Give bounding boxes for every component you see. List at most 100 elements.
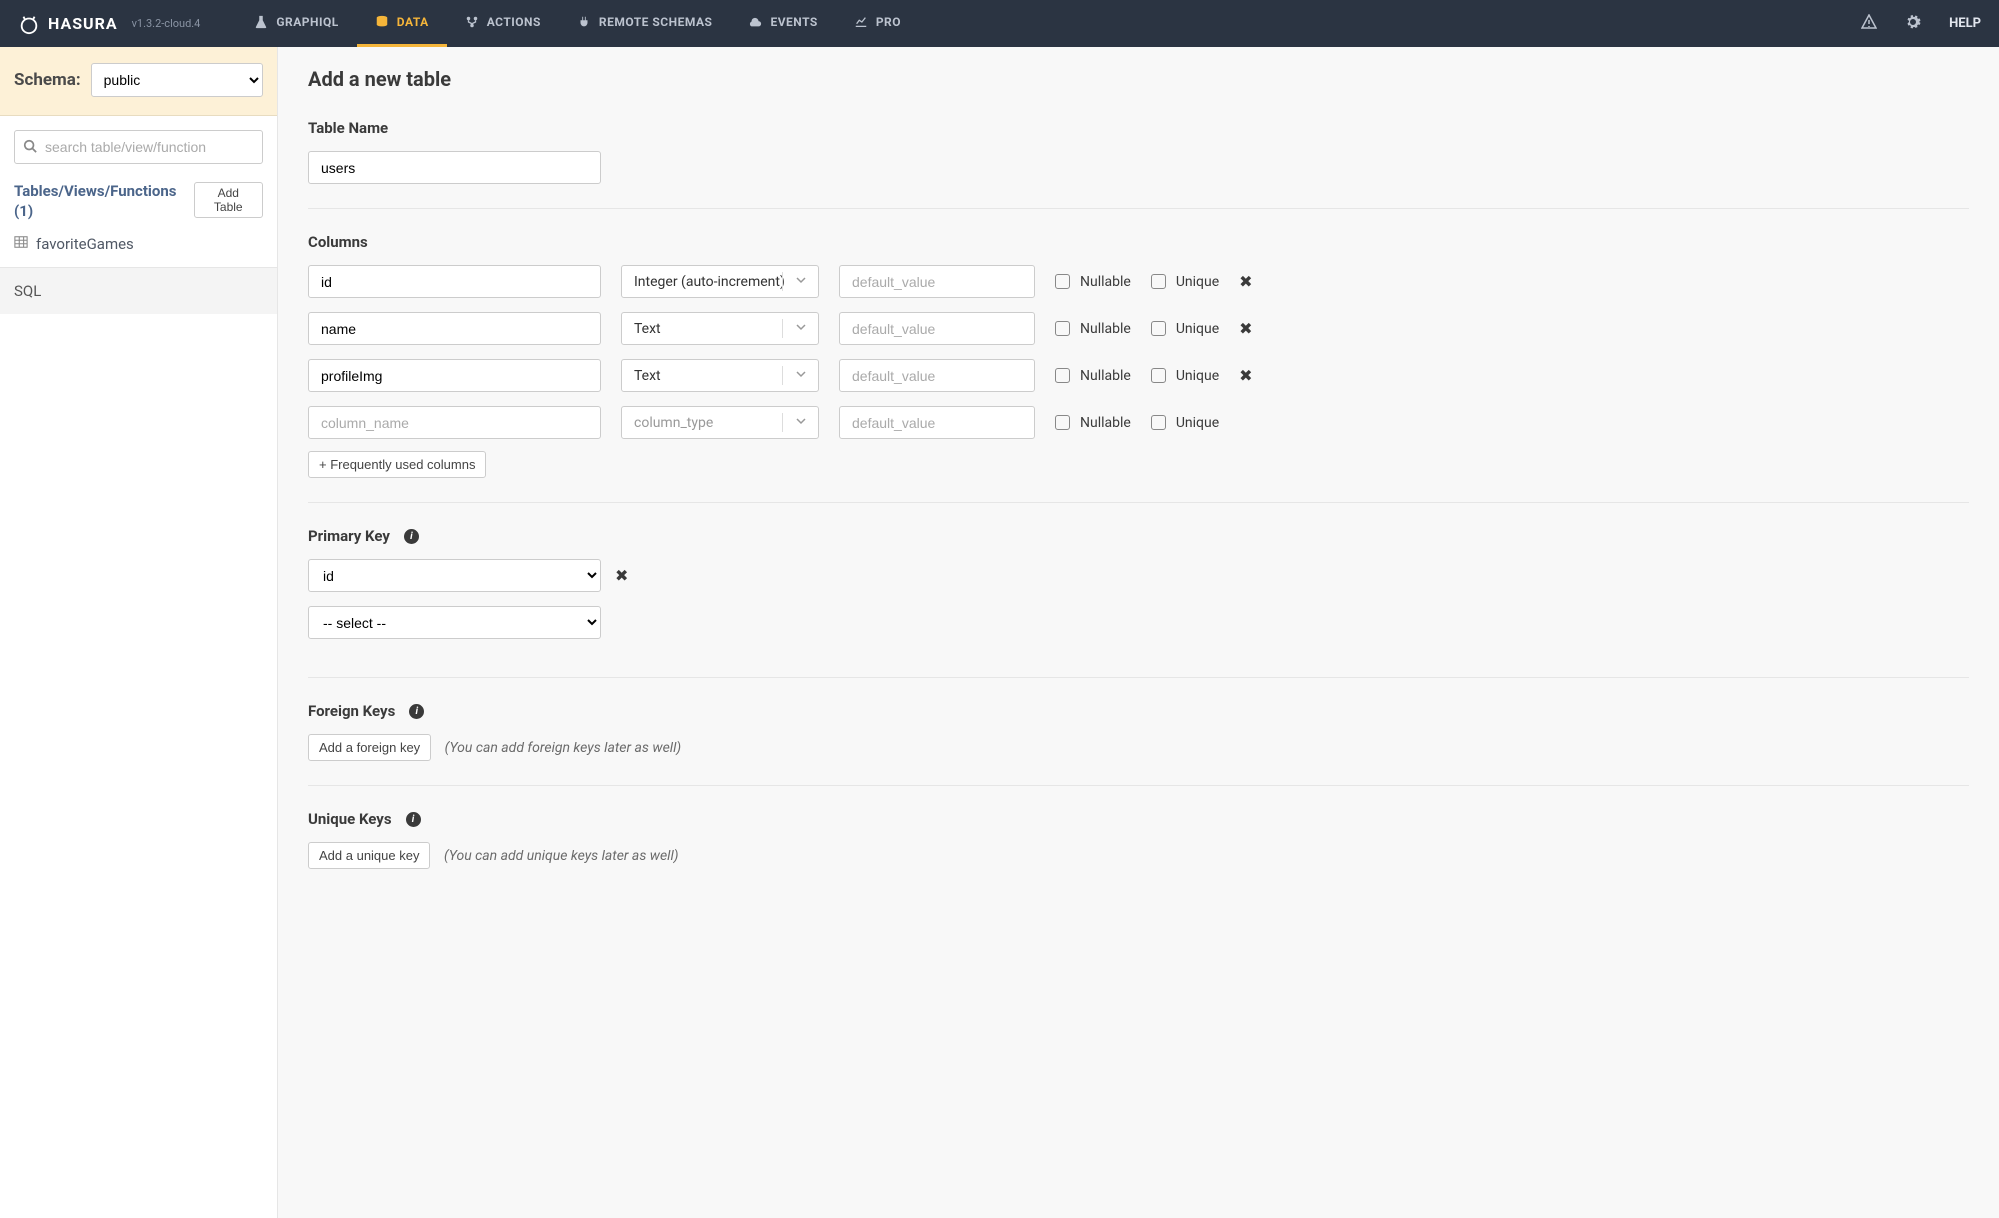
nav-item-label: GRAPHIQL — [276, 15, 338, 29]
brand[interactable]: HASURA v1.3.2-cloud.4 — [18, 13, 200, 35]
alert-icon[interactable] — [1861, 14, 1877, 34]
nav-graphiql[interactable]: GRAPHIQL — [236, 0, 356, 47]
chevron-down-icon — [795, 321, 807, 337]
column-default-wrap — [839, 359, 1035, 392]
nav-events[interactable]: EVENTS — [730, 0, 835, 47]
table-icon — [14, 235, 28, 253]
nullable-checkbox[interactable] — [1055, 415, 1070, 430]
cloud-icon — [748, 15, 762, 29]
column-default-input[interactable] — [839, 265, 1035, 298]
column-type-select[interactable]: column_type — [621, 406, 819, 439]
nav-item-label: PRO — [876, 15, 901, 29]
sidebar: Schema: public Tables/Views/Functions (1… — [0, 47, 278, 1218]
nullable-checkbox[interactable] — [1055, 274, 1070, 289]
foreign-key-hint: (You can add foreign keys later as well) — [445, 740, 681, 756]
unique-checkbox[interactable] — [1151, 415, 1166, 430]
column-type-select[interactable]: Text — [621, 312, 819, 345]
column-type-select[interactable]: Integer (auto-increment) — [621, 265, 819, 298]
column-default-input[interactable] — [839, 406, 1035, 439]
layout: Schema: public Tables/Views/Functions (1… — [0, 47, 1999, 1218]
section-columns: Columns Integer (auto-increment) — [308, 233, 1969, 503]
database-icon — [375, 15, 389, 29]
primary-key-label: Primary Key i — [308, 527, 1969, 545]
chart-line-icon — [854, 15, 868, 29]
nullable-label: Nullable — [1080, 368, 1131, 384]
nav-data[interactable]: DATA — [357, 0, 447, 47]
column-name-input[interactable] — [308, 312, 601, 345]
nullable-label: Nullable — [1080, 321, 1131, 337]
unique-group: Unique — [1151, 274, 1219, 290]
nullable-group: Nullable — [1055, 415, 1131, 431]
column-name-input[interactable] — [308, 359, 601, 392]
primary-key-select[interactable]: -- select -- — [308, 606, 601, 639]
foreign-key-row: Add a foreign key (You can add foreign k… — [308, 734, 1969, 761]
nav-item-label: ACTIONS — [487, 15, 541, 29]
nav-item-label: EVENTS — [770, 15, 817, 29]
columns-label: Columns — [308, 233, 1969, 251]
search-input[interactable] — [14, 130, 263, 164]
unique-key-hint: (You can add unique keys later as well) — [444, 848, 679, 864]
chevron-down-icon — [795, 368, 807, 384]
unique-group: Unique — [1151, 415, 1219, 431]
sidebar-body: Tables/Views/Functions (1) Add Table fav… — [0, 116, 277, 253]
nav-pro[interactable]: PRO — [836, 0, 919, 47]
sidebar-heading-row: Tables/Views/Functions (1) Add Table — [14, 182, 263, 221]
table-name: favoriteGames — [36, 235, 134, 253]
nullable-group: Nullable — [1055, 368, 1131, 384]
nullable-checkbox[interactable] — [1055, 368, 1070, 383]
column-default-wrap — [839, 265, 1035, 298]
remove-column-icon[interactable]: ✖ — [1239, 272, 1252, 291]
nullable-label: Nullable — [1080, 415, 1131, 431]
nullable-checkbox[interactable] — [1055, 321, 1070, 336]
columns-list: Integer (auto-increment) Nullable — [308, 265, 1969, 439]
remove-pk-icon[interactable]: ✖ — [615, 566, 628, 585]
unique-label: Unique — [1176, 321, 1219, 337]
column-row: Text Nullable Uni — [308, 359, 1969, 392]
hasura-logo-icon — [18, 13, 40, 35]
column-default-input[interactable] — [839, 312, 1035, 345]
nav-actions[interactable]: ACTIONS — [447, 0, 559, 47]
column-type-select[interactable]: Text — [621, 359, 819, 392]
frequently-used-columns-button[interactable]: + Frequently used columns — [308, 451, 486, 478]
remove-column-icon[interactable]: ✖ — [1239, 319, 1252, 338]
unique-checkbox[interactable] — [1151, 274, 1166, 289]
nav-remote-schemas[interactable]: REMOTE SCHEMAS — [559, 0, 731, 47]
info-icon[interactable]: i — [409, 704, 424, 719]
section-table-name: Table Name — [308, 119, 1969, 209]
section-foreign-keys: Foreign Keys i Add a foreign key (You ca… — [308, 702, 1969, 786]
unique-label: Unique — [1176, 415, 1219, 431]
brand-name: HASURA — [48, 14, 118, 33]
search-wrap — [14, 130, 263, 164]
nullable-group: Nullable — [1055, 321, 1131, 337]
main-content: Add a new table Table Name Columns Integ… — [278, 47, 1999, 1218]
info-icon[interactable]: i — [404, 529, 419, 544]
nullable-group: Nullable — [1055, 274, 1131, 290]
topnav-right: HELP — [1861, 14, 1981, 34]
column-row: Text Nullable Uni — [308, 312, 1969, 345]
table-name-input[interactable] — [308, 151, 601, 184]
unique-key-row: Add a unique key (You can add unique key… — [308, 842, 1969, 869]
sidebar-table-item[interactable]: favoriteGames — [14, 235, 263, 253]
add-foreign-key-button[interactable]: Add a foreign key — [308, 734, 431, 761]
primary-key-row: -- select -- — [308, 606, 1969, 639]
add-table-button[interactable]: Add Table — [194, 182, 263, 218]
foreign-keys-label: Foreign Keys i — [308, 702, 1969, 720]
column-name-input[interactable] — [308, 265, 601, 298]
remove-column-icon[interactable]: ✖ — [1239, 366, 1252, 385]
info-icon[interactable]: i — [406, 812, 421, 827]
sql-link[interactable]: SQL — [0, 267, 277, 314]
schema-select[interactable]: public — [91, 63, 263, 97]
add-unique-key-button[interactable]: Add a unique key — [308, 842, 430, 869]
primary-key-select[interactable]: id — [308, 559, 601, 592]
nav-item-label: REMOTE SCHEMAS — [599, 15, 713, 29]
help-link[interactable]: HELP — [1949, 16, 1981, 31]
column-default-input[interactable] — [839, 359, 1035, 392]
brand-version: v1.3.2-cloud.4 — [132, 17, 201, 30]
column-name-input[interactable] — [308, 406, 601, 439]
unique-group: Unique — [1151, 321, 1219, 337]
section-primary-key: Primary Key i id ✖ -- select -- — [308, 527, 1969, 678]
unique-keys-label: Unique Keys i — [308, 810, 1969, 828]
gear-icon[interactable] — [1905, 14, 1921, 34]
unique-checkbox[interactable] — [1151, 368, 1166, 383]
unique-checkbox[interactable] — [1151, 321, 1166, 336]
